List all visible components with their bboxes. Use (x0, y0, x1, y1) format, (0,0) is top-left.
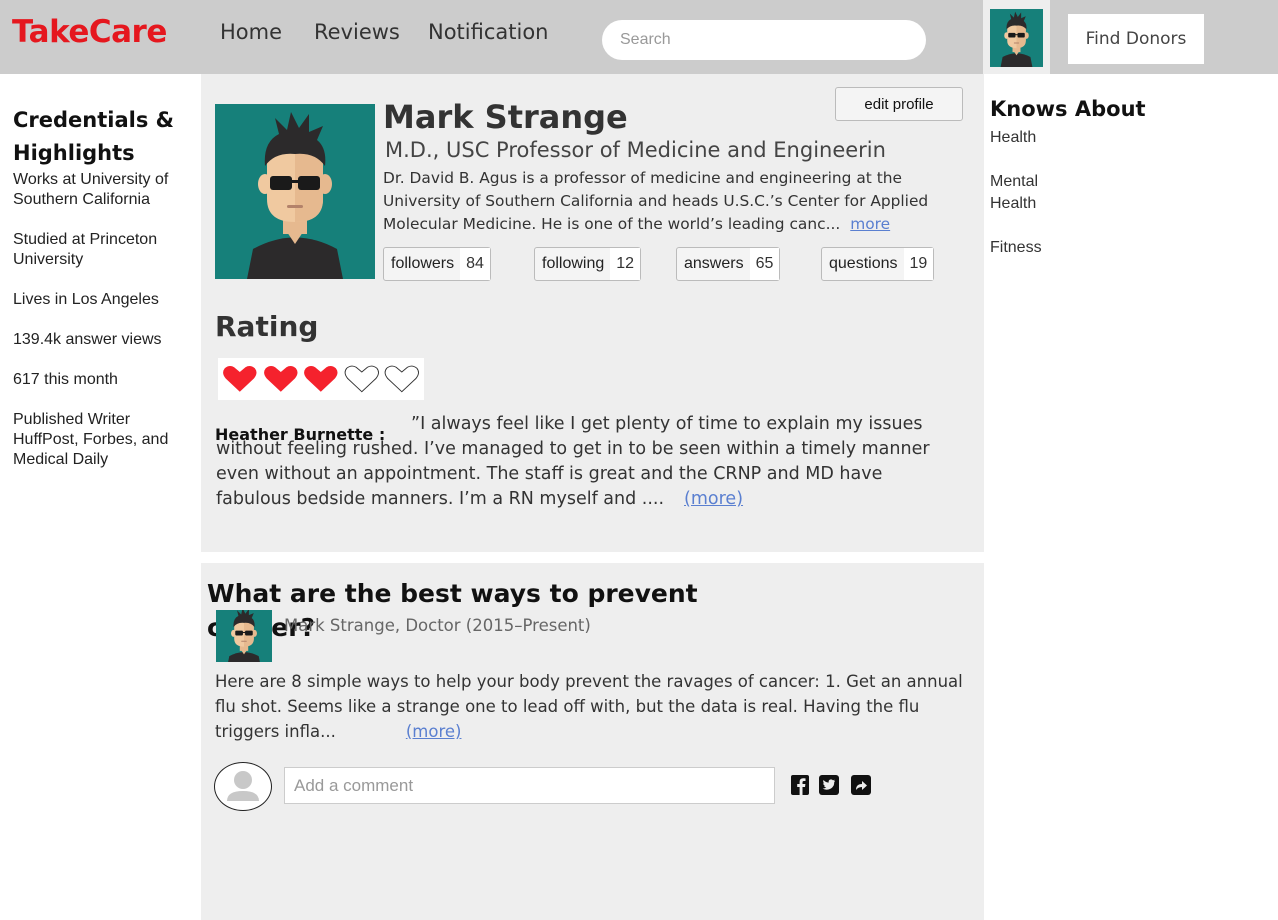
knows-about-title: Knows About (990, 97, 1146, 121)
answers-stat[interactable]: answers 65 (676, 247, 781, 281)
answer-more-link[interactable]: (more) (406, 722, 462, 741)
answer-author[interactable]: Mark Strange, Doctor (2015–Present) (284, 616, 591, 635)
topic-mental-health[interactable]: Mental Health (990, 171, 1050, 215)
stat-label: questions (829, 255, 898, 272)
search-input[interactable] (602, 20, 926, 60)
app-logo[interactable]: TakeCare (12, 14, 167, 50)
answer-card: What are the best ways to prevent cancer… (201, 563, 984, 920)
profile-bio-text: Dr. David B. Agus is a professor of medi… (383, 169, 929, 233)
credential-item: 617 this month (13, 371, 118, 388)
credential-item: 139.4k answer views (13, 331, 162, 348)
stat-count: 65 (749, 248, 780, 280)
top-navigation-bar: TakeCare Home Reviews Notification Find … (0, 0, 1278, 74)
credential-item: Published Writer HuffPost, Forbes, and M… (13, 411, 169, 468)
share-icon[interactable] (850, 774, 872, 796)
followers-stat[interactable]: followers 84 (383, 247, 491, 281)
answer-text: Here are 8 simple ways to help your body… (215, 669, 975, 744)
heart-filled-icon[interactable] (221, 364, 259, 394)
bio-more-link[interactable]: more (850, 215, 890, 233)
nav-home[interactable]: Home (220, 20, 282, 44)
profile-photo (215, 104, 375, 279)
heart-filled-icon[interactable] (262, 364, 300, 394)
profile-card: Mark Strange M.D., USC Professor of Medi… (201, 74, 984, 552)
rating-hearts[interactable] (218, 358, 424, 400)
edit-profile-button[interactable]: edit profile (835, 87, 963, 121)
user-avatar[interactable] (990, 8, 1043, 68)
profile-bio: Dr. David B. Agus is a professor of medi… (383, 167, 968, 236)
stat-count: 84 (460, 248, 490, 280)
stat-count: 19 (903, 248, 934, 280)
questions-stat[interactable]: questions 19 (821, 247, 935, 281)
credential-item: Works at University of Southern Californ… (13, 171, 169, 208)
commenter-avatar (214, 762, 272, 811)
twitter-icon[interactable] (818, 774, 840, 796)
nav-reviews[interactable]: Reviews (314, 20, 400, 44)
profile-credential: M.D., USC Professor of Medicine and Engi… (385, 138, 887, 162)
user-placeholder-icon (227, 771, 259, 801)
stat-label: following (542, 255, 605, 272)
credentials-panel: Credentials & Highlights Works at Univer… (13, 104, 193, 490)
stat-label: followers (391, 255, 455, 272)
review-more-link[interactable]: (more) (684, 489, 743, 509)
reviewer-name[interactable]: Heather Burnette : (215, 425, 385, 444)
stat-label: answers (684, 255, 744, 272)
rating-title: Rating (215, 310, 319, 343)
profile-name: Mark Strange (383, 98, 628, 136)
nav-notification[interactable]: Notification (428, 20, 549, 44)
heart-empty-icon[interactable] (383, 364, 421, 394)
heart-empty-icon[interactable] (343, 364, 381, 394)
facebook-icon[interactable] (790, 774, 812, 796)
credentials-title: Credentials & Highlights (13, 108, 174, 165)
user-avatar-container (983, 0, 1050, 74)
credential-item: Studied at Princeton University (13, 231, 158, 268)
topic-fitness[interactable]: Fitness (990, 237, 1042, 259)
credential-item: Lives in Los Angeles (13, 291, 159, 308)
comment-input[interactable] (284, 767, 775, 804)
answer-body: Here are 8 simple ways to help your body… (215, 672, 963, 741)
heart-filled-icon[interactable] (302, 364, 340, 394)
author-avatar[interactable] (216, 610, 272, 662)
stat-count: 12 (610, 248, 641, 280)
find-donors-button[interactable]: Find Donors (1068, 14, 1204, 64)
topic-health[interactable]: Health (990, 127, 1036, 149)
following-stat[interactable]: following 12 (534, 247, 642, 281)
